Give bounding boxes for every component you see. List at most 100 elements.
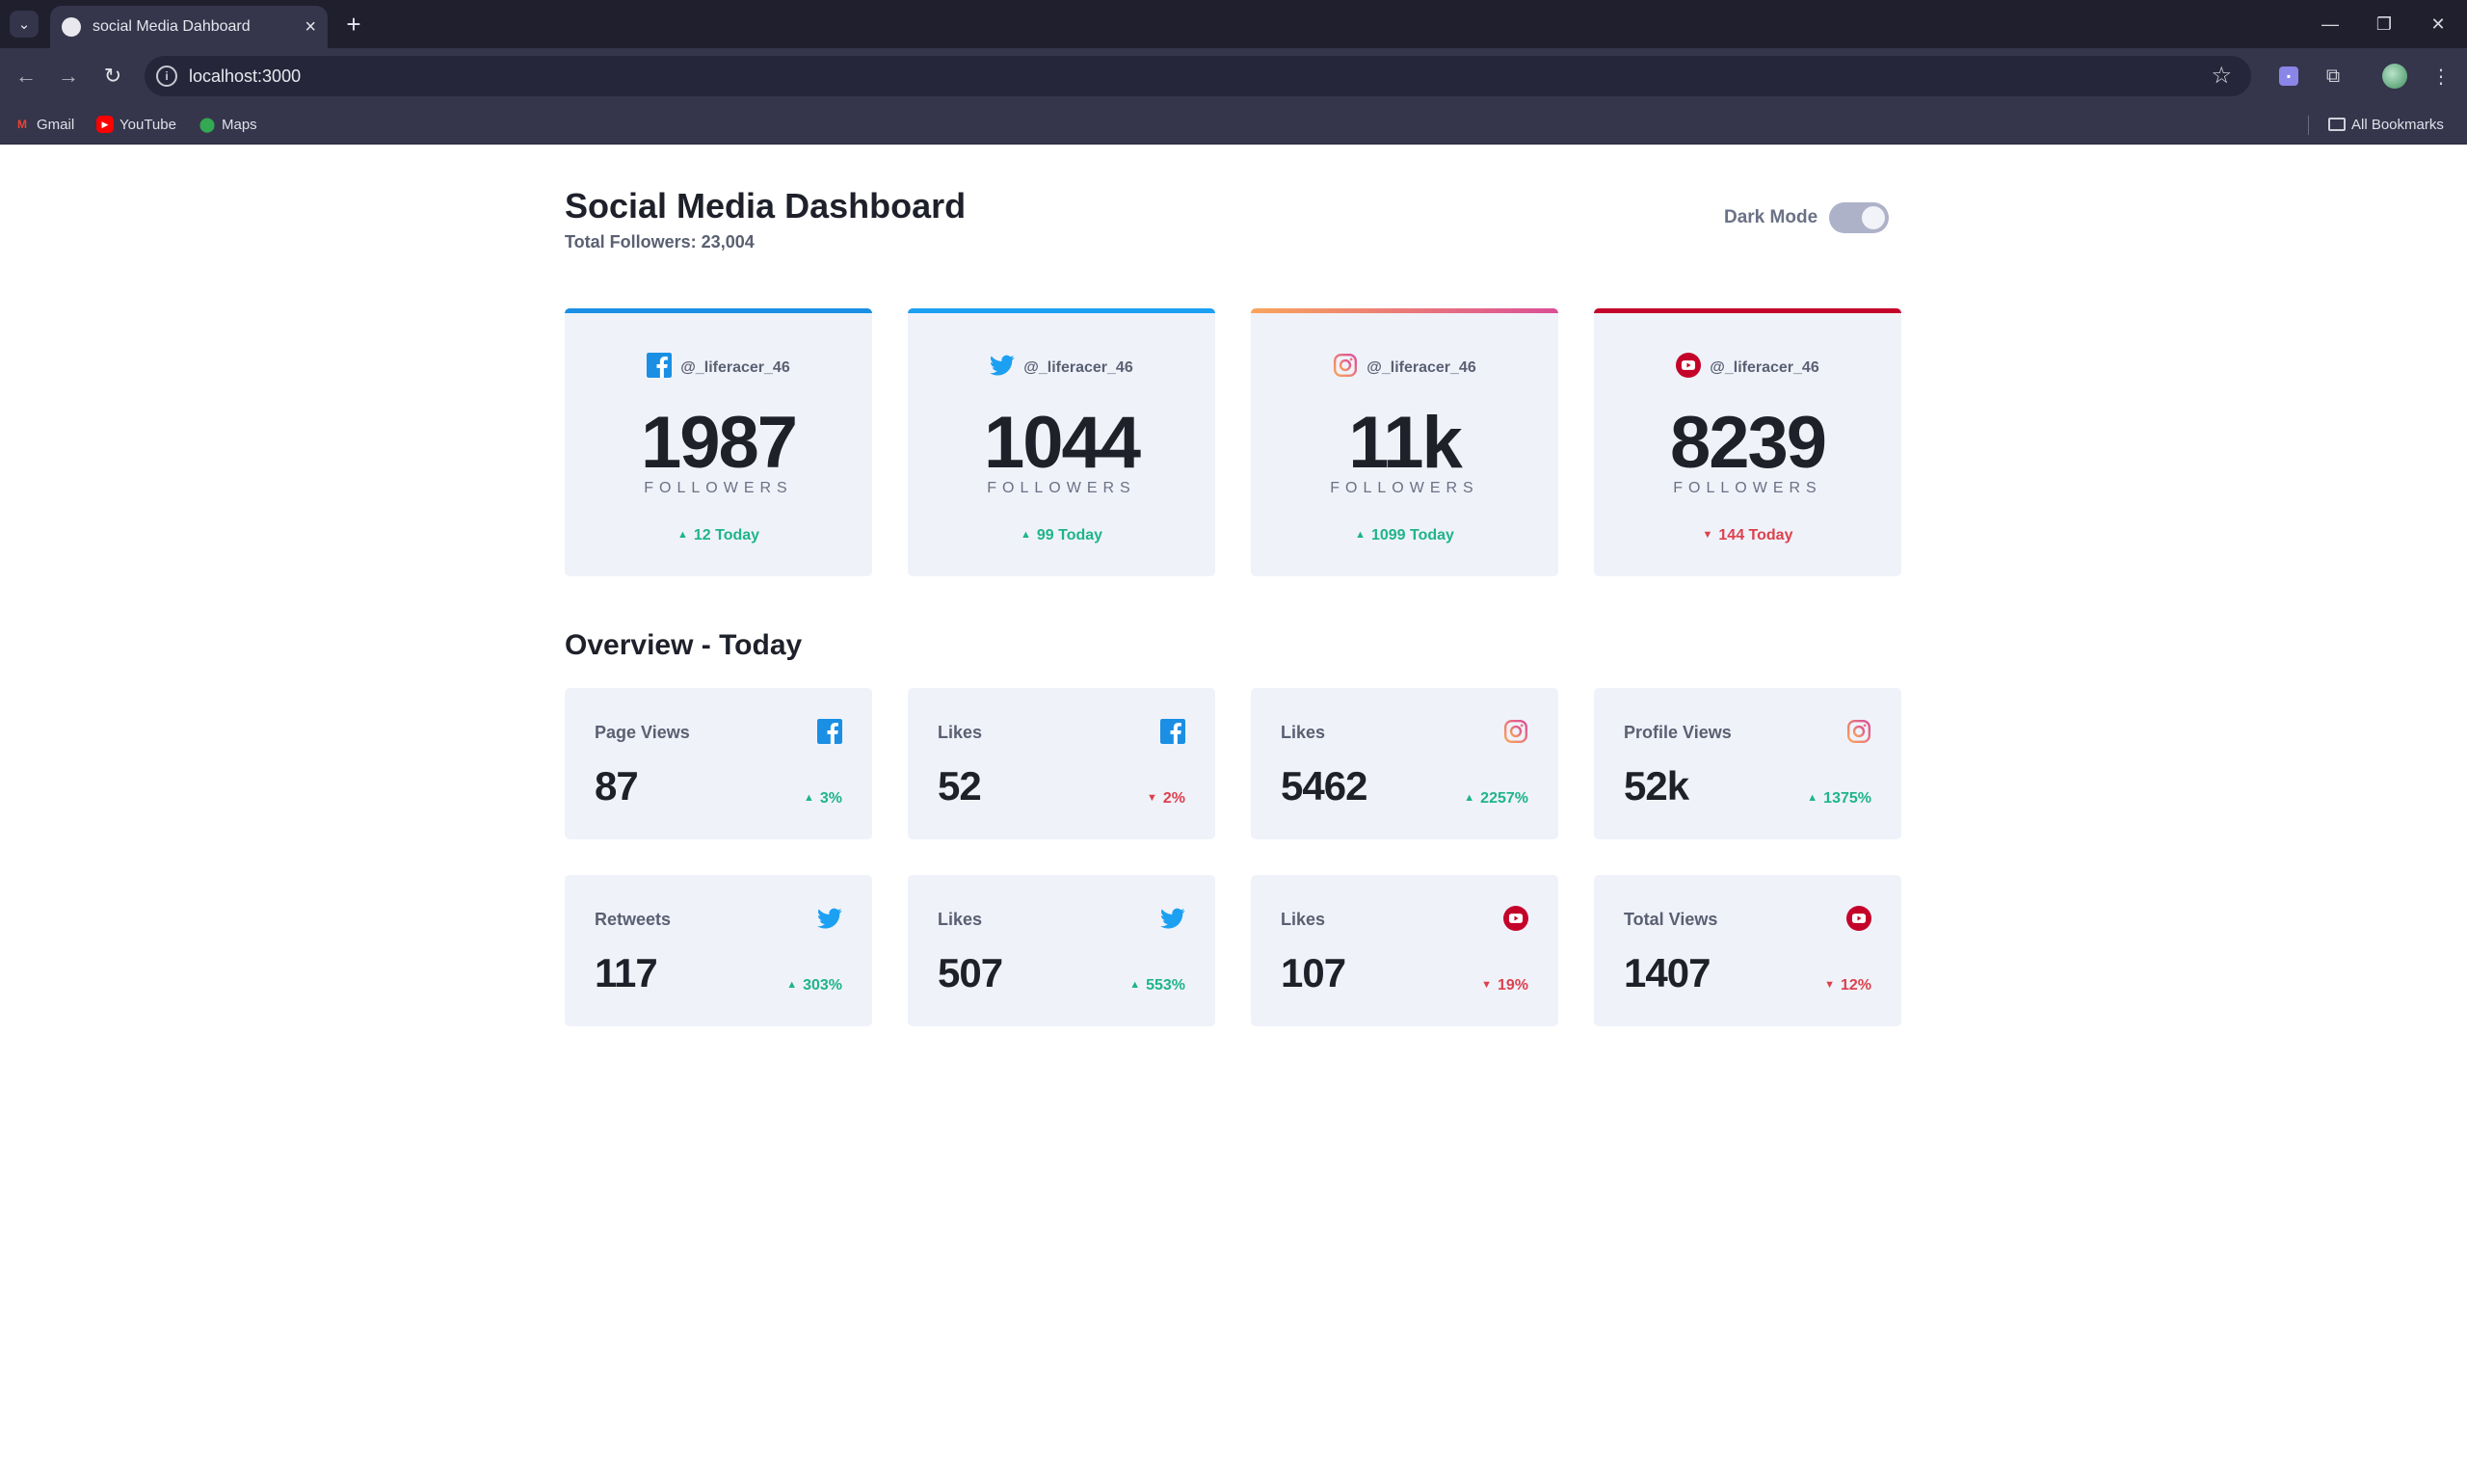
browser-menu-icon[interactable]: ⋮ bbox=[2427, 62, 2455, 91]
forward-button[interactable]: → bbox=[54, 62, 83, 91]
site-info-icon[interactable]: i bbox=[156, 66, 177, 87]
trend-up-icon: ▲ bbox=[676, 529, 688, 541]
overview-change: ▲ 2257% bbox=[1464, 790, 1528, 808]
extension-icon: ▪ bbox=[2279, 66, 2298, 86]
overview-change: ▼ 12% bbox=[1824, 977, 1871, 994]
card-accent-bar bbox=[1594, 308, 1901, 313]
tab-close-icon[interactable]: × bbox=[305, 16, 316, 39]
avatar bbox=[2382, 64, 2407, 89]
overview-card-twitter[interactable]: Retweets 117 ▲ 303% bbox=[565, 875, 872, 1026]
address-url: localhost:3000 bbox=[189, 66, 302, 86]
facebook-icon bbox=[817, 719, 842, 749]
overview-value: 52k bbox=[1624, 763, 1689, 808]
follower-count: 1044 bbox=[983, 402, 1141, 484]
trend-up-icon: ▲ bbox=[1129, 979, 1141, 991]
today-change: ▲ 1099 Today bbox=[1251, 527, 1558, 544]
bookmark-youtube[interactable]: ▶ YouTube bbox=[96, 114, 176, 135]
overview-value: 87 bbox=[595, 763, 639, 808]
new-tab-button[interactable]: + bbox=[339, 10, 368, 39]
twitter-icon bbox=[990, 353, 1015, 383]
followers-label: FOLLOWERS bbox=[644, 480, 793, 496]
gmail-icon: M bbox=[17, 118, 27, 131]
back-button[interactable]: ← bbox=[12, 62, 40, 91]
bookmarks-divider bbox=[2308, 116, 2309, 135]
follower-count: 8239 bbox=[1669, 402, 1827, 484]
overview-card-facebook[interactable]: Page Views 87 ▲ 3% bbox=[565, 688, 872, 839]
card-handle: @_liferacer_46 bbox=[680, 358, 790, 376]
overview-value: 1407 bbox=[1624, 950, 1711, 995]
twitter-icon bbox=[1160, 906, 1185, 936]
trend-up-icon: ▲ bbox=[1807, 792, 1818, 804]
minimize-button[interactable]: — bbox=[2303, 0, 2357, 48]
address-bar[interactable]: i localhost:3000 ☆ bbox=[145, 56, 2251, 96]
facebook-icon bbox=[647, 353, 673, 383]
dark-mode-label: Dark Mode bbox=[1724, 207, 1818, 227]
tab-favicon-icon bbox=[62, 17, 81, 37]
dark-mode-toggle[interactable] bbox=[1829, 202, 1889, 233]
extension-button[interactable]: ▪ bbox=[2274, 62, 2303, 91]
overview-card-facebook[interactable]: Likes 52 ▼ 2% bbox=[908, 688, 1215, 839]
overview-change-text: 19% bbox=[1497, 977, 1528, 994]
today-change-text: 1099 Today bbox=[1370, 527, 1454, 543]
overview-value: 107 bbox=[1281, 950, 1346, 995]
bookmarks-bar: M Gmail ▶ YouTube ⬤ Maps All Bookmarks bbox=[0, 104, 2467, 145]
tab-search-button[interactable]: ⌄ bbox=[10, 11, 39, 38]
overview-change: ▲ 553% bbox=[1129, 977, 1185, 994]
today-change: ▼ 144 Today bbox=[1594, 527, 1901, 544]
overview-label: Likes bbox=[938, 723, 983, 742]
youtube-icon bbox=[1503, 906, 1528, 936]
overview-change: ▼ 19% bbox=[1481, 977, 1528, 994]
overview-change-text: 1375% bbox=[1823, 790, 1871, 807]
overview-card-instagram[interactable]: Profile Views 52k ▲ 1375% bbox=[1594, 688, 1901, 839]
overview-change-text: 2% bbox=[1162, 790, 1185, 807]
youtube-icon: ▶ bbox=[96, 116, 114, 133]
overview-card-instagram[interactable]: Likes 5462 ▲ 2257% bbox=[1251, 688, 1558, 839]
today-change: ▲ 99 Today bbox=[908, 527, 1215, 544]
all-bookmarks-button[interactable]: All Bookmarks bbox=[2328, 114, 2444, 135]
overview-change-text: 2257% bbox=[1480, 790, 1528, 807]
close-window-button[interactable]: ✕ bbox=[2411, 0, 2465, 48]
card-handle: @_liferacer_46 bbox=[1023, 358, 1133, 376]
overview-change-text: 553% bbox=[1146, 977, 1185, 994]
today-change-text: 144 Today bbox=[1718, 527, 1793, 543]
extensions-puzzle-icon[interactable]: ⧉ bbox=[2319, 62, 2348, 91]
profile-button[interactable] bbox=[2380, 62, 2409, 91]
overview-change: ▲ 303% bbox=[786, 977, 842, 994]
follower-card-youtube[interactable]: @_liferacer_46 8239 FOLLOWERS ▼ 144 Today bbox=[1594, 308, 1901, 576]
bookmark-star-icon[interactable]: ☆ bbox=[2211, 62, 2232, 90]
followers-label: FOLLOWERS bbox=[987, 480, 1136, 496]
browser-toolbar: ← → ↻ i localhost:3000 ☆ ▪ ⧉ ⋮ bbox=[0, 48, 2467, 104]
overview-label: Likes bbox=[1281, 910, 1326, 929]
overview-label: Profile Views bbox=[1624, 723, 1732, 742]
overview-change-text: 303% bbox=[803, 977, 842, 994]
overview-change: ▲ 1375% bbox=[1807, 790, 1871, 808]
youtube-icon bbox=[1676, 353, 1702, 383]
browser-tab-active[interactable]: social Media Dahboard × bbox=[50, 6, 328, 48]
reload-button[interactable]: ↻ bbox=[98, 62, 127, 91]
trend-up-icon: ▲ bbox=[1020, 529, 1031, 541]
youtube-icon bbox=[1846, 906, 1871, 936]
instagram-icon bbox=[1503, 719, 1528, 749]
followers-label: FOLLOWERS bbox=[1330, 480, 1479, 496]
card-handle-row: @_liferacer_46 bbox=[1594, 353, 1901, 383]
follower-card-instagram[interactable]: @_liferacer_46 11k FOLLOWERS ▲ 1099 Today bbox=[1251, 308, 1558, 576]
overview-change-text: 12% bbox=[1840, 977, 1871, 994]
page-title: Social Media Dashboard bbox=[565, 186, 967, 225]
bookmark-maps[interactable]: ⬤ Maps bbox=[199, 114, 257, 135]
follower-card-facebook[interactable]: @_liferacer_46 1987 FOLLOWERS ▲ 12 Today bbox=[565, 308, 872, 576]
overview-card-youtube[interactable]: Likes 107 ▼ 19% bbox=[1251, 875, 1558, 1026]
overview-label: Retweets bbox=[595, 910, 672, 929]
overview-card-youtube[interactable]: Total Views 1407 ▼ 12% bbox=[1594, 875, 1901, 1026]
follower-card-twitter[interactable]: @_liferacer_46 1044 FOLLOWERS ▲ 99 Today bbox=[908, 308, 1215, 576]
page-content: Social Media Dashboard Total Followers: … bbox=[0, 146, 2467, 1484]
bookmark-label: Gmail bbox=[37, 116, 75, 133]
follower-count: 11k bbox=[1348, 402, 1463, 484]
toggle-knob bbox=[1862, 206, 1885, 229]
restore-button[interactable]: ❐ bbox=[2357, 0, 2411, 48]
overview-card-twitter[interactable]: Likes 507 ▲ 553% bbox=[908, 875, 1215, 1026]
card-handle: @_liferacer_46 bbox=[1366, 358, 1476, 376]
bookmark-gmail[interactable]: M Gmail bbox=[13, 114, 74, 135]
overview-title: Overview - Today bbox=[565, 629, 803, 661]
card-handle-row: @_liferacer_46 bbox=[908, 353, 1215, 383]
trend-down-icon: ▼ bbox=[1481, 979, 1492, 991]
